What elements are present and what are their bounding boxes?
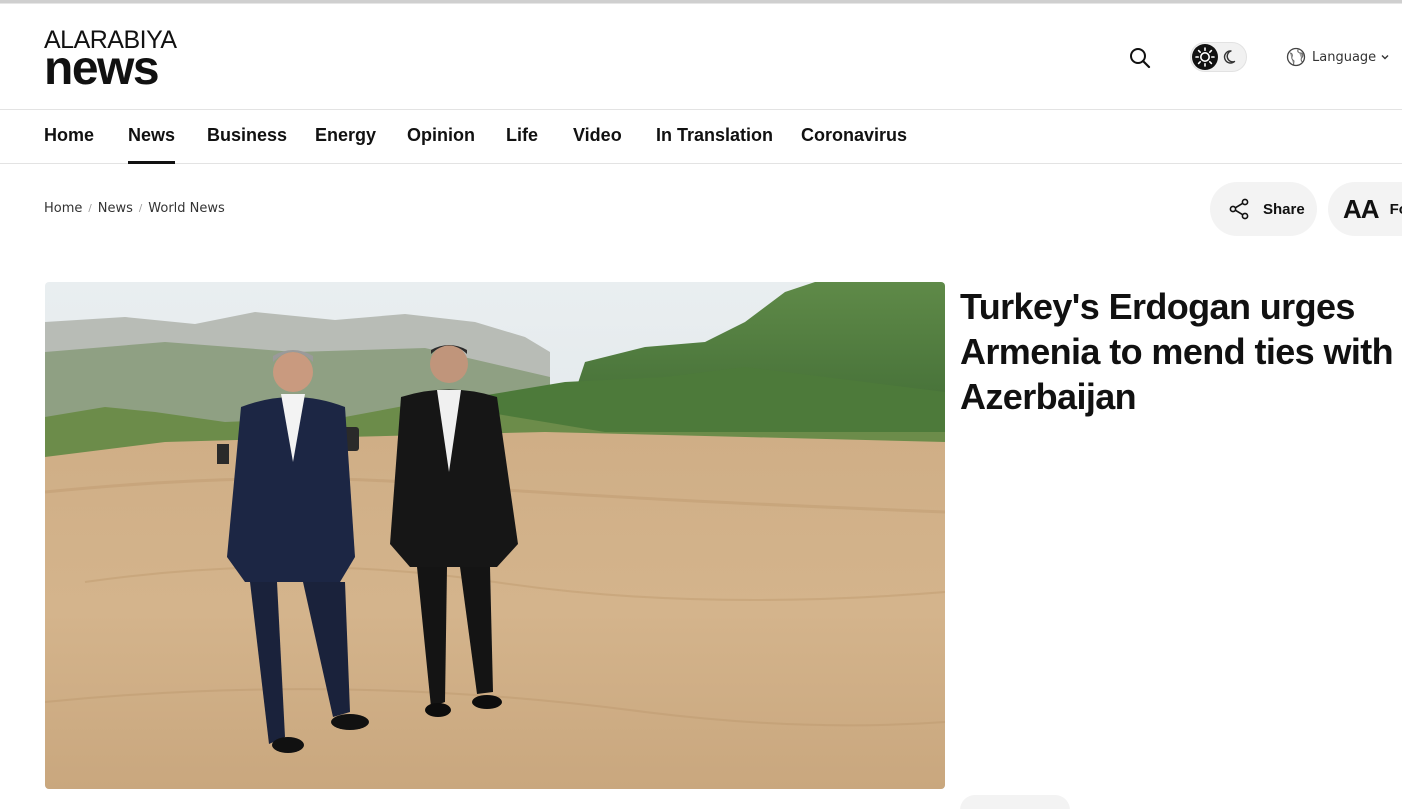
- share-button[interactable]: Share: [1210, 182, 1317, 236]
- logo-bottom-text: news: [44, 42, 160, 95]
- breadcrumb-world-news[interactable]: World News: [148, 201, 225, 216]
- font-size-label: Font: [1389, 200, 1402, 218]
- language-label: Language: [1312, 49, 1377, 65]
- nav-item-opinion[interactable]: Opinion: [407, 125, 475, 164]
- breadcrumb: Home / News / World News: [44, 201, 225, 216]
- font-size-icon: AA: [1343, 193, 1380, 224]
- bottom-pill[interactable]: [960, 795, 1070, 809]
- nav-item-news[interactable]: News: [128, 125, 176, 164]
- hero-image: [45, 282, 945, 789]
- nav-item-life[interactable]: Life: [506, 125, 538, 164]
- globe-icon: [1286, 47, 1306, 67]
- share-icon: [1229, 198, 1249, 220]
- theme-toggle[interactable]: [1190, 42, 1247, 72]
- site-logo[interactable]: ALARABIYA news: [44, 28, 184, 95]
- breadcrumb-separator: /: [138, 203, 143, 214]
- search-button[interactable]: [1126, 44, 1154, 72]
- font-size-button[interactable]: AA Font: [1328, 182, 1402, 236]
- article-headline: Turkey's Erdogan urges Armenia to mend t…: [960, 286, 1394, 417]
- breadcrumb-home[interactable]: Home: [44, 201, 82, 216]
- nav-item-video[interactable]: Video: [573, 125, 622, 164]
- chevron-down-icon: [1381, 55, 1389, 60]
- language-selector[interactable]: Language: [1286, 46, 1390, 68]
- nav-item-business[interactable]: Business: [207, 125, 287, 164]
- nav-item-home[interactable]: Home: [44, 125, 94, 164]
- nav-item-energy[interactable]: Energy: [315, 125, 376, 164]
- main-nav: Home News Business Energy Opinion Life V…: [0, 111, 1402, 164]
- sun-icon: [1192, 44, 1218, 70]
- breadcrumb-news[interactable]: News: [98, 201, 133, 216]
- site-header: ALARABIYA news Language: [0, 4, 1402, 110]
- nav-item-coronavirus[interactable]: Coronavirus: [801, 125, 907, 164]
- nav-item-in-translation[interactable]: In Translation: [656, 125, 773, 164]
- search-icon: [1130, 48, 1151, 69]
- moon-icon: [1223, 48, 1241, 66]
- breadcrumb-separator: /: [88, 203, 92, 214]
- share-label: Share: [1263, 200, 1305, 218]
